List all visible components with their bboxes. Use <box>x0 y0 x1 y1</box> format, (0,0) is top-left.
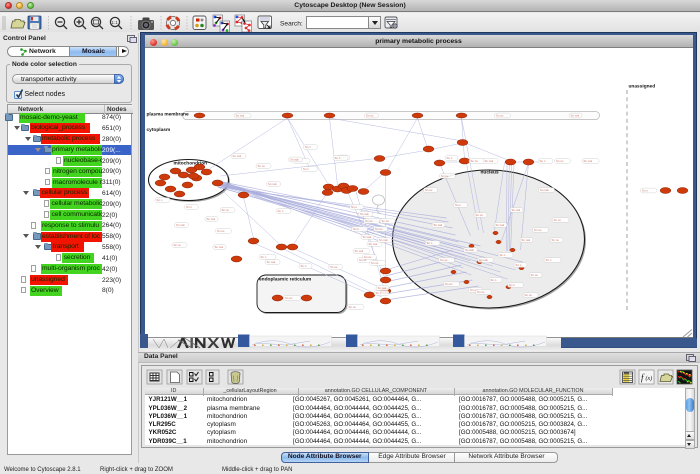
svg-text:Search:: Search: <box>280 20 303 27</box>
svg-text:nucleus: nucleus <box>480 170 498 176</box>
svg-text:Sn nuk: Sn nuk <box>570 114 579 118</box>
svg-text:Sn nu: Sn nu <box>366 114 374 118</box>
svg-text:Sn n: Sn n <box>642 189 648 193</box>
svg-text:Sn nuk: Sn nuk <box>362 235 371 239</box>
svg-text:Sn n: Sn n <box>545 258 551 262</box>
svg-text:Sn nu: Sn nu <box>477 290 485 294</box>
svg-text:Sn nu: Sn nu <box>470 159 478 163</box>
svg-text:Sn nuk: Sn nuk <box>583 159 592 163</box>
svg-text:Sn nuk: Sn nuk <box>479 258 488 262</box>
svg-text:Sn nu: Sn nu <box>364 255 372 259</box>
svg-text:Sn n: Sn n <box>351 205 357 209</box>
svg-text:Sn n: Sn n <box>277 209 283 213</box>
svg-text:Sn nu: Sn nu <box>285 296 293 300</box>
svg-text:Sn nuk: Sn nuk <box>176 223 185 227</box>
svg-text:Sn nuk: Sn nuk <box>235 114 244 118</box>
svg-text:Sn n: Sn n <box>186 205 192 209</box>
svg-text:Sn nu: Sn nu <box>530 273 538 277</box>
svg-text:Sn nu: Sn nu <box>381 219 389 223</box>
svg-text:Sn nu: Sn nu <box>440 258 448 262</box>
svg-text:(x): (x) <box>646 375 653 382</box>
svg-text:Sn n: Sn n <box>303 167 309 171</box>
svg-text:Sn n: Sn n <box>300 264 306 268</box>
svg-text:endoplasmic reticulum: endoplasmic reticulum <box>259 277 311 283</box>
svg-text:Sn n: Sn n <box>305 145 311 149</box>
svg-text:Sn nu: Sn nu <box>365 219 373 223</box>
svg-text:Sn n: Sn n <box>515 263 521 267</box>
svg-text:plasma membrane: plasma membrane <box>146 112 188 118</box>
svg-text:Sn nuk: Sn nuk <box>368 242 377 246</box>
svg-text:Sn nuk: Sn nuk <box>232 154 241 158</box>
svg-text:Sn nu: Sn nu <box>330 265 338 269</box>
svg-text:Sn nuk: Sn nuk <box>290 158 299 162</box>
svg-text:Sn nuk: Sn nuk <box>511 208 520 212</box>
svg-text:unassigned: unassigned <box>628 84 655 90</box>
svg-text:Sn nu: Sn nu <box>441 174 449 178</box>
svg-text:Sn nu: Sn nu <box>534 228 542 232</box>
svg-text:Sn nuk: Sn nuk <box>377 286 386 290</box>
svg-text:Sn n: Sn n <box>455 203 461 207</box>
svg-text:Sn nu: Sn nu <box>496 114 504 118</box>
svg-text:Sn nu: Sn nu <box>445 282 453 286</box>
svg-text:Sn nu: Sn nu <box>553 218 561 222</box>
svg-text:Sn n: Sn n <box>375 291 381 295</box>
svg-text:Sn nu: Sn nu <box>217 229 225 233</box>
svg-text:Sn nu: Sn nu <box>173 243 181 247</box>
svg-text:Sn nu: Sn nu <box>371 261 379 265</box>
svg-text:Sn nuk: Sn nuk <box>465 248 474 252</box>
svg-text:Sn n: Sn n <box>446 156 452 160</box>
svg-text:Sn nuk: Sn nuk <box>214 245 223 249</box>
svg-text:Sn nuk: Sn nuk <box>360 212 369 216</box>
svg-text:Sn nuk: Sn nuk <box>266 260 275 264</box>
svg-text:Sn nuk: Sn nuk <box>379 238 388 242</box>
svg-text:1:1: 1:1 <box>112 20 119 25</box>
svg-text:Sn nuk: Sn nuk <box>521 238 530 242</box>
svg-text:Sn nu: Sn nu <box>475 213 483 217</box>
svg-text:Sn n: Sn n <box>334 156 340 160</box>
svg-text:Sn nu: Sn nu <box>551 238 559 242</box>
svg-text:Sn nu: Sn nu <box>425 188 433 192</box>
svg-text:Sn nu: Sn nu <box>556 159 564 163</box>
svg-text:Sn nu: Sn nu <box>348 305 356 309</box>
svg-text:Sn n: Sn n <box>156 198 162 202</box>
svg-text:Sn n: Sn n <box>499 253 505 257</box>
svg-text:Sn nu: Sn nu <box>524 293 532 297</box>
svg-text:Sn n: Sn n <box>353 227 359 231</box>
svg-text:Sn nuk: Sn nuk <box>354 249 363 253</box>
svg-text:Sn n: Sn n <box>426 241 432 245</box>
svg-text:Sn n: Sn n <box>260 255 266 259</box>
svg-text:Sn nuk: Sn nuk <box>484 159 493 163</box>
svg-text:Sn nuk: Sn nuk <box>433 223 442 227</box>
svg-text:Sn nuk: Sn nuk <box>268 182 277 186</box>
svg-text:Sn nuk: Sn nuk <box>206 217 215 221</box>
svg-text:cytoplasm: cytoplasm <box>146 127 170 133</box>
svg-text:Sn nuk: Sn nuk <box>540 188 549 192</box>
svg-text:Sn nu: Sn nu <box>375 227 383 231</box>
svg-text:Sn nu: Sn nu <box>257 164 265 168</box>
svg-text:Sn n: Sn n <box>490 278 496 282</box>
svg-text:Sn nuk: Sn nuk <box>495 223 504 227</box>
svg-text:Sn n: Sn n <box>539 159 545 163</box>
svg-text:Sn nu: Sn nu <box>221 208 229 212</box>
svg-text:Sn n: Sn n <box>509 283 515 287</box>
